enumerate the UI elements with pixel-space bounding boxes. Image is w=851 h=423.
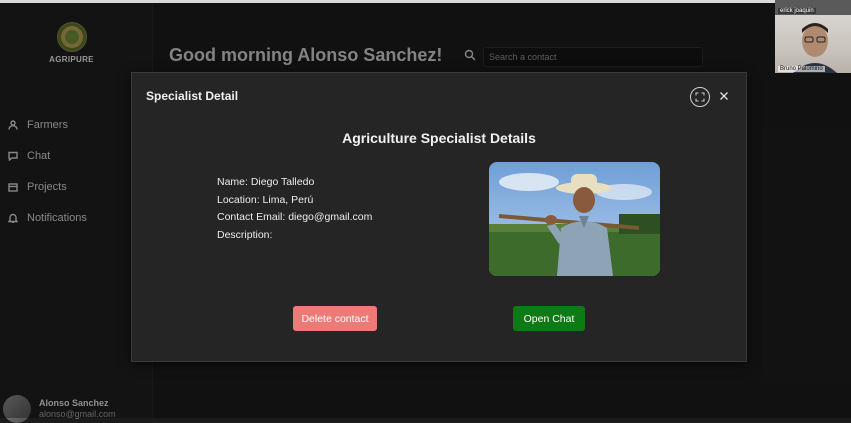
section-title: Agriculture Specialist Details [342,130,536,146]
specialist-email: Contact Email: diego@gmail.com [217,211,373,223]
participant-name: erick joaquin [778,8,816,14]
close-button[interactable] [717,89,731,103]
video-tile-participant-1: erick joaquin [775,0,851,15]
specialist-info: Name: Diego Talledo Location: Lima, Perú… [217,174,372,244]
specialist-detail-modal: Specialist Detail Agriculture Specialist… [131,72,747,362]
close-icon [720,92,728,100]
specialist-name: Name: Diego Talledo [217,176,315,188]
expand-icon [695,92,705,102]
specialist-location: Location: Lima, Perú [217,193,314,206]
open-chat-button[interactable]: Open Chat [513,306,585,331]
participant-name: Bruno Palomino [778,66,825,72]
specialist-description: Description: [217,228,273,241]
delete-contact-button[interactable]: Delete contact [293,306,377,331]
specialist-photo [489,162,660,276]
fullscreen-button[interactable] [690,87,710,107]
modal-title: Specialist Detail [146,89,239,103]
participant-video [793,23,837,73]
video-tile-participant-2: Bruno Palomino [775,15,851,73]
